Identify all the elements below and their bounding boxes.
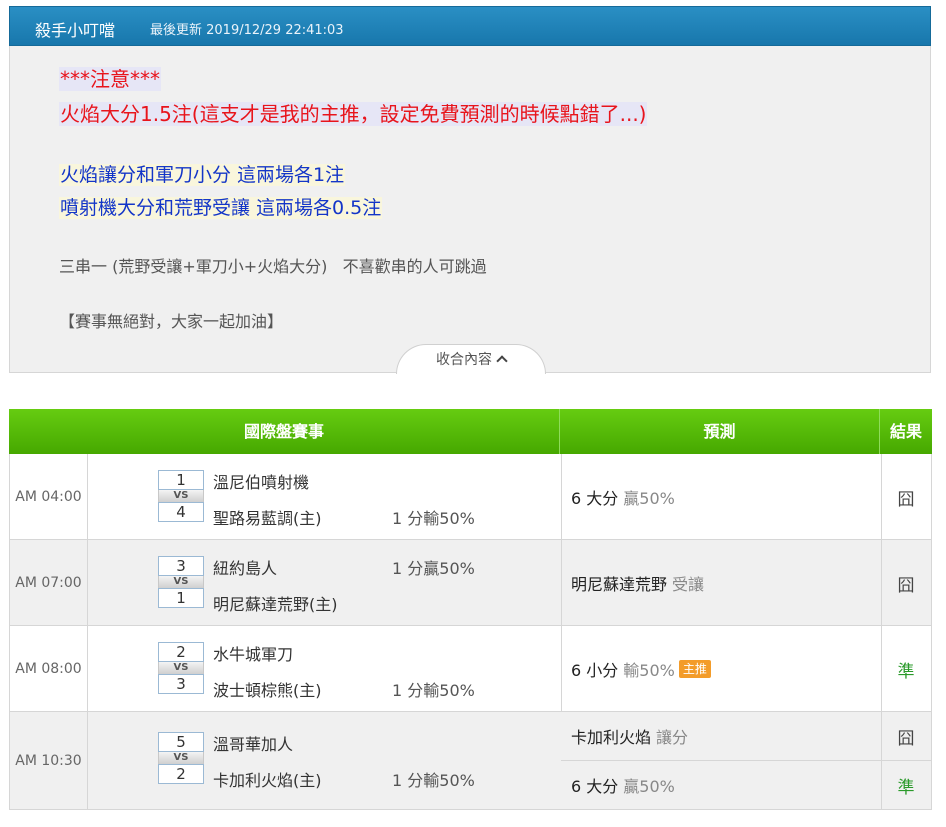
prediction-cell: 卡加利火焰 讓分 6 大分 贏50% [561, 712, 882, 809]
home-team[interactable]: 波士頓棕熊(主) [213, 677, 322, 701]
game-time: AM 08:00 [10, 626, 88, 711]
home-handicap: 1 分輸50% [392, 681, 475, 700]
home-handicap: 1 分輸50% [392, 509, 475, 528]
table-row: AM 10:30 5 VS 2 溫哥華加人 卡加利火焰(主) 1 分輸50% 卡… [9, 712, 932, 810]
match-cell: 3 VS 1 紐約島人 明尼蘇達荒野(主) 1 分贏50% [88, 540, 562, 625]
prediction-pick: 6 大分 [571, 489, 619, 508]
away-handicap: 1 分贏50% [392, 559, 475, 578]
result-hit: 準 [897, 661, 915, 682]
prediction-pick: 明尼蘇達荒野 [571, 575, 668, 594]
header-prediction: 預測 [560, 409, 880, 454]
header-result: 結果 [889, 422, 922, 441]
notice-line-picks-2: 噴射機大分和荒野受讓 這兩場各0.5注 [59, 197, 383, 219]
notice-line-parlay: 三串一 (荒野受讓+軍刀小+火焰大分) 不喜歡串的人可跳過 [59, 257, 487, 276]
result-hit: 準 [897, 777, 915, 798]
home-team[interactable]: 明尼蘇達荒野(主) [213, 591, 338, 615]
prediction-item: 6 小分 輸50% 主推 [561, 626, 881, 712]
expert-name[interactable]: 殺手小叮噹 [35, 17, 115, 41]
away-team[interactable]: 溫尼伯噴射機 [213, 469, 309, 493]
notice-line-picks-1: 火焰讓分和軍刀小分 這兩場各1注 [59, 164, 346, 186]
prediction-cell: 6 大分 贏50% [561, 454, 882, 539]
prediction-table: 國際盤賽事 預測 結果 AM 04:00 1 VS 4 溫尼伯噴射機 聖路易藍調… [9, 409, 932, 810]
away-score: 5 [158, 732, 204, 752]
prediction-item: 明尼蘇達荒野 受讓 [561, 540, 881, 626]
home-score: 3 [158, 674, 204, 694]
game-time: AM 10:30 [10, 712, 88, 809]
home-score: 4 [158, 502, 204, 522]
chevron-up-icon [496, 355, 508, 367]
match-cell: 2 VS 3 水牛城軍刀 波士頓棕熊(主) 1 分輸50% [88, 626, 562, 711]
away-score: 1 [158, 470, 204, 490]
result-miss: 囧 [897, 575, 915, 596]
collapse-label: 收合內容 [436, 352, 492, 368]
match-cell: 5 VS 2 溫哥華加人 卡加利火焰(主) 1 分輸50% [88, 712, 562, 809]
result-cell: 囧 [881, 454, 931, 539]
game-time: AM 04:00 [10, 454, 88, 539]
header-match: 國際盤賽事 [9, 409, 560, 454]
game-time: AM 07:00 [10, 540, 88, 625]
page-header: 殺手小叮噹 最後更新 2019/12/29 22:41:03 [9, 6, 931, 46]
table-row: AM 08:00 2 VS 3 水牛城軍刀 波士頓棕熊(主) 1 分輸50% 6… [9, 626, 932, 712]
prediction-odds: 受讓 [672, 575, 705, 594]
prediction-odds: 贏50% [623, 777, 675, 796]
home-team[interactable]: 卡加利火焰(主) [213, 767, 322, 791]
vs-badge: VS [158, 662, 204, 674]
away-team[interactable]: 紐約島人 [213, 555, 277, 579]
home-score: 1 [158, 588, 204, 608]
prediction-cell: 明尼蘇達荒野 受讓 [561, 540, 882, 625]
away-score: 3 [158, 556, 204, 576]
match-cell: 1 VS 4 溫尼伯噴射機 聖路易藍調(主) 1 分輸50% [88, 454, 562, 539]
prediction-pick: 卡加利火焰 [571, 728, 652, 747]
away-team[interactable]: 水牛城軍刀 [213, 641, 293, 665]
vs-badge: VS [158, 576, 204, 588]
collapse-content-button[interactable]: 收合內容 [396, 344, 546, 374]
notice-panel: ***注意*** 火焰大分1.5注(這支才是我的主推，設定免費預測的時候點錯了.… [9, 46, 931, 374]
prediction-pick: 6 大分 [571, 777, 619, 796]
away-score: 2 [158, 642, 204, 662]
prediction-item: 6 大分 贏50% [561, 454, 881, 540]
notice-line-closing: 【賽事無絕對，大家一起加油】 [59, 312, 284, 331]
prediction-cell: 6 小分 輸50% 主推 [561, 626, 882, 711]
result-cell: 囧 [881, 540, 931, 625]
last-updated: 最後更新 2019/12/29 22:41:03 [150, 23, 344, 38]
prediction-odds: 讓分 [656, 728, 689, 747]
home-score: 2 [158, 764, 204, 784]
result-cell: 準 [881, 626, 931, 711]
prediction-odds: 贏50% [623, 489, 675, 508]
notice-line-warning: ***注意*** [59, 67, 161, 91]
result-miss: 囧 [897, 489, 915, 510]
main-pick-badge: 主推 [678, 660, 711, 678]
home-handicap: 1 分輸50% [392, 771, 475, 790]
result-cell: 囧 準 [881, 712, 931, 809]
table-row: AM 04:00 1 VS 4 溫尼伯噴射機 聖路易藍調(主) 1 分輸50% … [9, 454, 932, 540]
prediction-odds: 輸50% [623, 661, 675, 680]
away-team[interactable]: 溫哥華加人 [213, 731, 293, 755]
home-team[interactable]: 聖路易藍調(主) [213, 505, 322, 529]
result-miss: 囧 [897, 728, 915, 749]
vs-badge: VS [158, 490, 204, 502]
prediction-item: 6 大分 贏50% [561, 761, 881, 809]
vs-badge: VS [158, 752, 204, 764]
prediction-pick: 6 小分 [571, 661, 619, 680]
table-row: AM 07:00 3 VS 1 紐約島人 明尼蘇達荒野(主) 1 分贏50% 明… [9, 540, 932, 626]
notice-line-main-pick: 火焰大分1.5注(這支才是我的主推，設定免費預測的時候點錯了...) [59, 102, 648, 126]
table-header: 國際盤賽事 預測 結果 [9, 409, 932, 454]
prediction-item: 卡加利火焰 讓分 [561, 712, 881, 760]
